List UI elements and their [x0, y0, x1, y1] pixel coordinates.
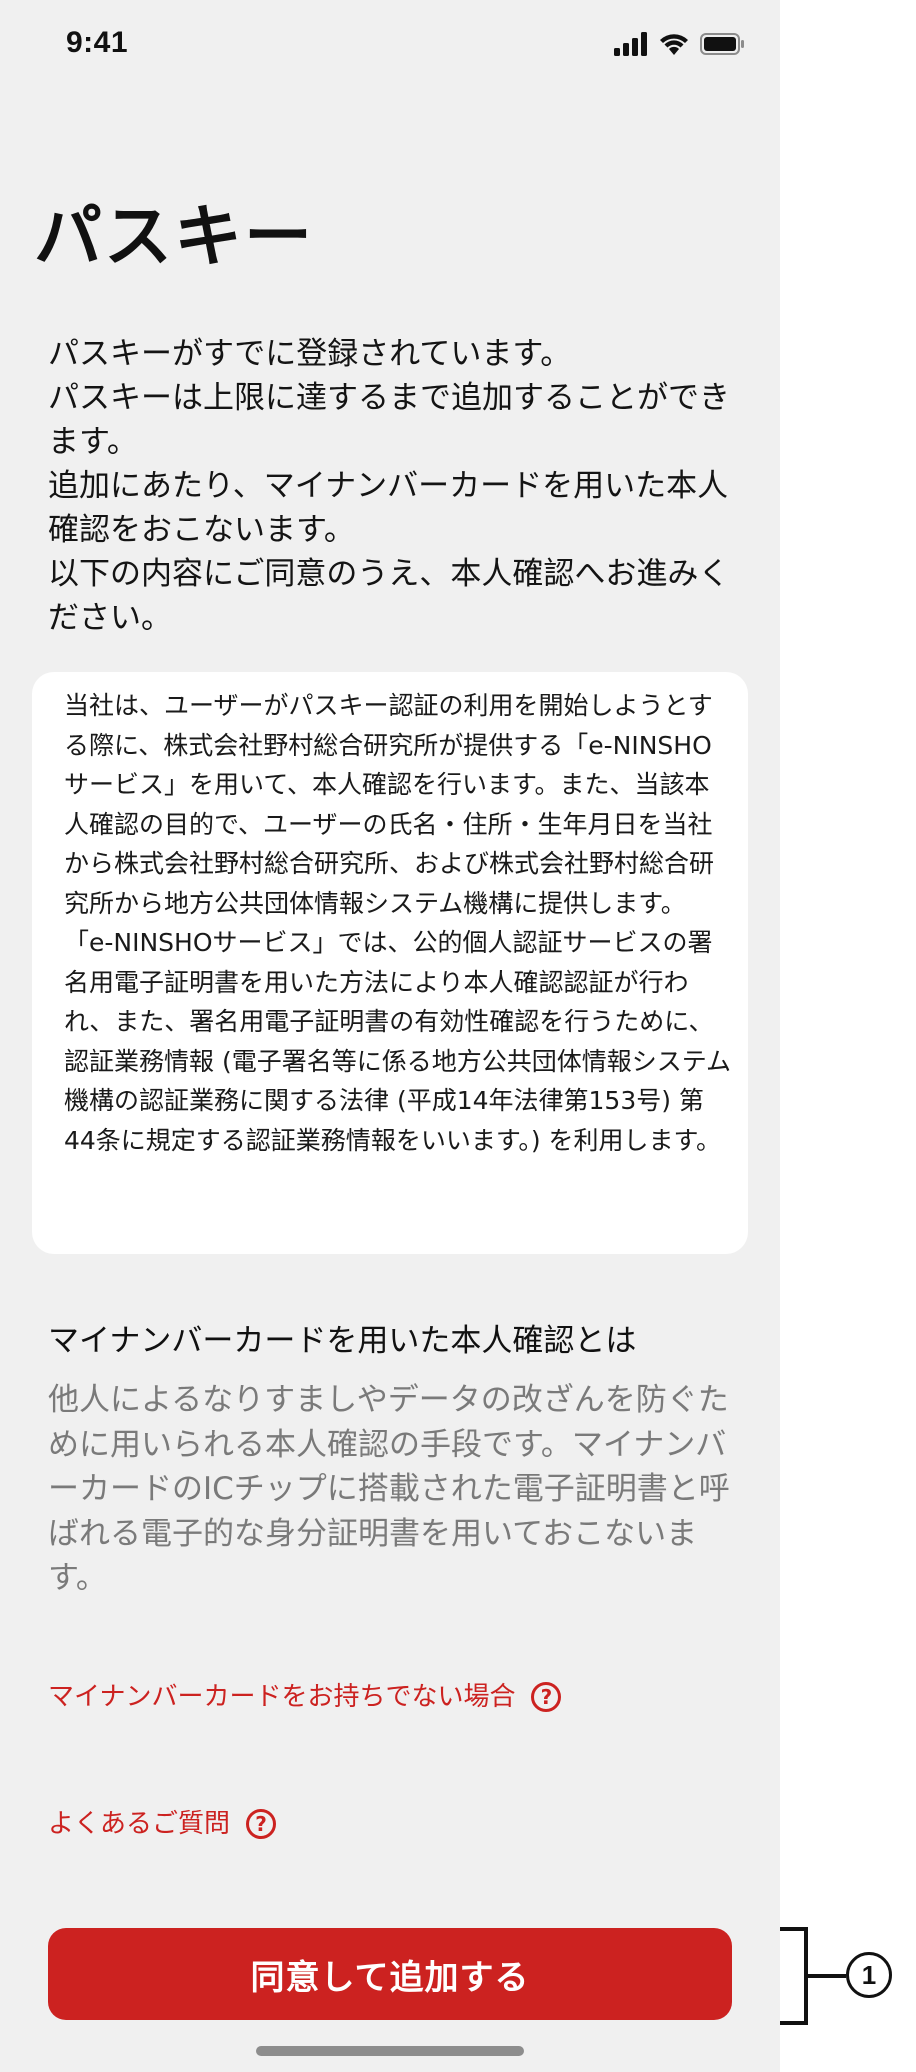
faq-link-label: よくあるご質問 [48, 1809, 231, 1839]
terms-paragraph: 当社は、ユーザーがパスキー認証の利用を開始しようとする際に、株式会社野村総合研究… [64, 691, 715, 918]
info-description: 他人によるなりすましやデータの改ざんを防ぐために用いられる本人確認の手段です。マ… [48, 1382, 730, 1596]
page-title: パスキー [34, 198, 315, 277]
question-circle-icon: ? [531, 1682, 562, 1712]
intro-line: パスキーがすでに登録されています。 [48, 336, 572, 372]
question-circle-icon: ? [246, 1809, 277, 1839]
battery-icon [700, 33, 744, 55]
faq-link[interactable]: よくあるご質問 ? [48, 1806, 277, 1842]
terms-card[interactable]: 当社は、ユーザーがパスキー認証の利用を開始しようとする際に、株式会社野村総合研究… [32, 672, 748, 1254]
info-heading: マイナンバーカードを用いた本人確認とは [48, 1323, 637, 1359]
terms-paragraph: 「e-NINSHOサービス」では、公的個人認証サービスの署名用電子証明書を用いた… [64, 928, 731, 1155]
intro-line: 追加にあたり、マイナンバーカードを用いた本人確認をおこないます。 [48, 468, 729, 548]
agree-and-add-button[interactable]: 同意して追加する [48, 1928, 732, 2020]
cellular-signal-icon [614, 32, 647, 56]
intro-text: パスキーがすでに登録されています。 パスキーは上限に達するまで追加することができ… [48, 332, 738, 640]
annotation-number-badge: 1 [846, 1952, 892, 1998]
no-card-help-link[interactable]: マイナンバーカードをお持ちでない場合 ? [48, 1679, 562, 1715]
home-indicator [256, 2046, 524, 2056]
phone-screen: 9:41 パスキー パスキーがすでに登録されています。 パスキーは上限に達するま [0, 0, 780, 2072]
status-bar: 9:41 [0, 0, 780, 90]
status-time: 9:41 [66, 26, 129, 59]
intro-line: パスキーは上限に達するまで追加することができます。 [48, 380, 730, 460]
intro-line: 以下の内容にご同意のうえ、本人確認へお進みください。 [48, 556, 730, 636]
no-card-link-label: マイナンバーカードをお持ちでない場合 [48, 1682, 516, 1712]
wifi-icon [660, 34, 688, 55]
